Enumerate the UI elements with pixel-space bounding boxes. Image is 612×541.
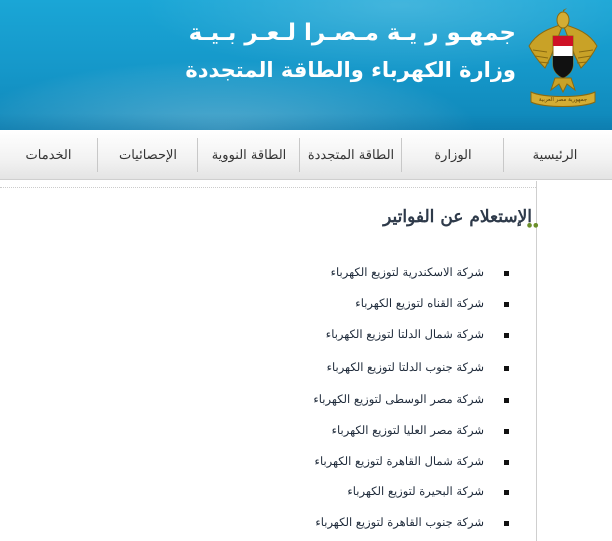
site-header: جمهورية مصر العربية جمهـو ر يـة مـصـرا ل… xyxy=(0,0,612,130)
company-link-label: شركة البحيرة لتوزيع الكهرباء xyxy=(347,484,484,498)
sidebar-divider xyxy=(536,181,537,541)
nav-item-label: الوزارة xyxy=(434,147,472,163)
company-link-beheira[interactable]: شركة البحيرة لتوزيع الكهرباء xyxy=(347,484,509,504)
country-title: جمهـو ر يـة مـصـرا لـعـر بـيـة xyxy=(188,20,516,46)
nav-item-label: الطاقة النووية xyxy=(211,147,287,163)
company-link-alexandria[interactable]: شركة الاسكندرية لتوزيع الكهرباء xyxy=(330,265,509,285)
list-bullet-icon xyxy=(504,460,509,465)
list-bullet-icon xyxy=(504,398,509,403)
company-link-north-delta[interactable]: شركة شمال الدلتا لتوزيع الكهرباء xyxy=(325,327,509,347)
list-bullet-icon xyxy=(504,429,509,434)
company-link-label: شركة جنوب الدلتا لتوزيع الكهرباء xyxy=(326,360,484,374)
company-link-label: شركة جنوب القاهرة لتوزيع الكهرباء xyxy=(315,515,484,529)
nav-item-statistics[interactable]: الإحصائيات xyxy=(99,130,197,180)
nav-item-label: الرئيسية xyxy=(532,147,578,163)
company-link-label: شركة القناه لتوزيع الكهرباء xyxy=(355,296,484,310)
list-bullet-icon xyxy=(504,333,509,338)
header-bottom-shade xyxy=(0,114,612,130)
emblem-banner-text: جمهورية مصر العربية xyxy=(539,97,587,103)
nav-divider xyxy=(401,138,402,172)
list-bullet-icon xyxy=(504,490,509,495)
nav-item-nuclear-energy[interactable]: الطاقة النووية xyxy=(199,130,299,180)
nav-item-home[interactable]: الرئيسية xyxy=(505,130,605,180)
nav-item-services[interactable]: الخدمات xyxy=(0,130,97,180)
company-link-canal[interactable]: شركة القناه لتوزيع الكهرباء xyxy=(355,296,509,316)
company-link-label: شركة مصر الوسطى لتوزيع الكهرباء xyxy=(313,392,484,406)
company-link-north-cairo[interactable]: شركة شمال القاهرة لتوزيع الكهرباء xyxy=(314,454,509,474)
content-top-rule xyxy=(0,187,536,188)
main-content: •• الإستعلام عن الفواتير شركة الاسكندرية… xyxy=(0,181,612,541)
company-link-label: شركة الاسكندرية لتوزيع الكهرباء xyxy=(330,265,484,279)
nav-item-ministry[interactable]: الوزارة xyxy=(403,130,503,180)
list-bullet-icon xyxy=(504,366,509,371)
company-link-label: شركة مصر العليا لتوزيع الكهرباء xyxy=(331,423,484,437)
list-bullet-icon xyxy=(504,302,509,307)
company-link-label: شركة شمال القاهرة لتوزيع الكهرباء xyxy=(314,454,484,468)
list-bullet-icon xyxy=(504,271,509,276)
list-bullet-icon xyxy=(504,521,509,526)
nav-item-label: الخدمات xyxy=(25,147,72,163)
nav-divider xyxy=(97,138,98,172)
nav-divider xyxy=(503,138,504,172)
company-link-middle-egypt[interactable]: شركة مصر الوسطى لتوزيع الكهرباء xyxy=(313,392,509,412)
nav-item-label: الإحصائيات xyxy=(118,147,178,163)
nav-divider xyxy=(197,138,198,172)
main-navigation: الرئيسية الوزارة الطاقة المتجددة الطاقة … xyxy=(0,130,612,180)
company-link-upper-egypt[interactable]: شركة مصر العليا لتوزيع الكهرباء xyxy=(331,423,509,443)
company-link-label: شركة شمال الدلتا لتوزيع الكهرباء xyxy=(325,327,484,341)
company-link-south-cairo[interactable]: شركة جنوب القاهرة لتوزيع الكهرباء xyxy=(315,515,509,535)
page-title: الإستعلام عن الفواتير xyxy=(383,207,532,227)
ministry-title: وزارة الكهرباء والطاقة المتجددة xyxy=(185,58,516,82)
company-link-south-delta[interactable]: شركة جنوب الدلتا لتوزيع الكهرباء xyxy=(326,360,509,380)
nav-item-label: الطاقة المتجددة xyxy=(307,147,395,163)
eagle-emblem-icon[interactable]: جمهورية مصر العربية xyxy=(523,6,603,108)
nav-divider xyxy=(299,138,300,172)
nav-item-renewable-energy[interactable]: الطاقة المتجددة xyxy=(301,130,401,180)
